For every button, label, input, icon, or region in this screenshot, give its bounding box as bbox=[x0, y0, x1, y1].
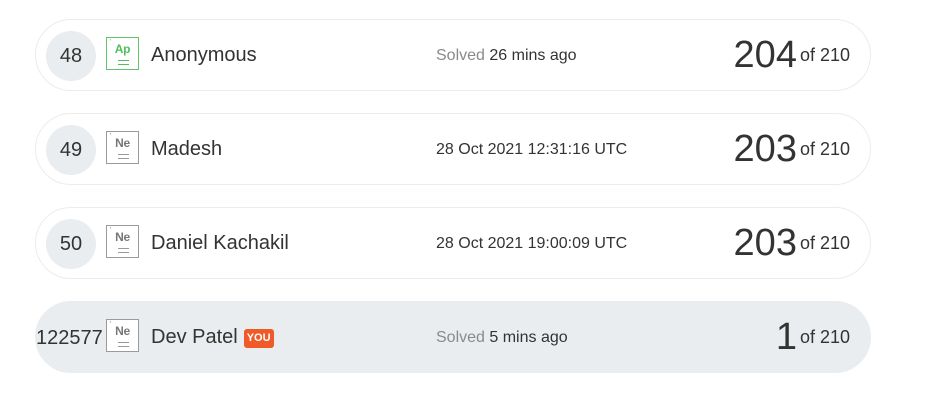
user-name[interactable]: Daniel Kachakil bbox=[151, 232, 289, 255]
score-total: of 210 bbox=[799, 327, 850, 347]
score: 1 of 210 bbox=[776, 316, 850, 359]
solve-time-label: Solved bbox=[436, 47, 485, 64]
user-name[interactable]: Madesh bbox=[151, 138, 222, 161]
score-total: of 210 bbox=[799, 139, 850, 159]
rank-number: 49 bbox=[46, 125, 96, 175]
badge-lines bbox=[118, 60, 129, 65]
leaderboard-row-current-user[interactable]: 122577 ' Ne Dev Patel YOU Solved 5 mins a… bbox=[35, 301, 871, 373]
rank-number: 50 bbox=[46, 219, 96, 269]
rank-number: 48 bbox=[46, 31, 96, 81]
score-value: 204 bbox=[733, 34, 797, 76]
solve-time-value: 28 Oct 2021 12:31:16 UTC bbox=[436, 141, 628, 158]
score: 203 of 210 bbox=[734, 128, 850, 171]
user-name[interactable]: Anonymous bbox=[151, 44, 257, 67]
score-value: 203 bbox=[733, 128, 797, 170]
level-badge-icon: ' Ap bbox=[106, 37, 139, 70]
leaderboard-row[interactable]: 49 ' Ne Madesh 28 Oct 2021 12:31:16 UTC … bbox=[35, 113, 871, 185]
user-name-text: Dev Patel bbox=[151, 326, 238, 348]
score-value: 1 bbox=[775, 316, 797, 358]
solve-time: Solved 5 mins ago bbox=[436, 329, 568, 347]
badge-symbol: Ne bbox=[115, 324, 130, 338]
solve-time-value: 5 mins ago bbox=[489, 329, 568, 346]
badge-symbol: Ne bbox=[115, 136, 130, 150]
rank-number: 122577 bbox=[36, 327, 103, 349]
solve-time: Solved 26 mins ago bbox=[436, 47, 577, 65]
badge-symbol: Ap bbox=[114, 42, 131, 56]
score: 203 of 210 bbox=[734, 222, 850, 265]
badge-lines bbox=[118, 342, 129, 347]
score-value: 203 bbox=[733, 222, 797, 264]
level-badge-icon: ' Ne bbox=[106, 319, 139, 352]
level-badge-icon: ' Ne bbox=[106, 131, 139, 164]
you-badge: YOU bbox=[243, 329, 274, 348]
user-name[interactable]: Dev Patel YOU bbox=[151, 326, 274, 349]
score-total: of 210 bbox=[799, 45, 850, 65]
solve-time: 28 Oct 2021 19:00:09 UTC bbox=[436, 235, 627, 253]
leaderboard-row[interactable]: 48 ' Ap Anonymous Solved 26 mins ago 204… bbox=[35, 19, 871, 91]
score: 204 of 210 bbox=[734, 34, 850, 77]
score-total: of 210 bbox=[799, 233, 850, 253]
leaderboard-row[interactable]: 50 ' Ne Daniel Kachakil 28 Oct 2021 19:0… bbox=[35, 207, 871, 279]
badge-symbol: Ne bbox=[115, 230, 130, 244]
solve-time-value: 26 mins ago bbox=[489, 47, 577, 64]
badge-lines bbox=[118, 248, 129, 253]
badge-lines bbox=[118, 154, 129, 159]
solve-time-label: Solved bbox=[436, 329, 485, 346]
level-badge-icon: ' Ne bbox=[106, 225, 139, 258]
solve-time-value: 28 Oct 2021 19:00:09 UTC bbox=[436, 235, 628, 252]
solve-time: 28 Oct 2021 12:31:16 UTC bbox=[436, 141, 627, 159]
